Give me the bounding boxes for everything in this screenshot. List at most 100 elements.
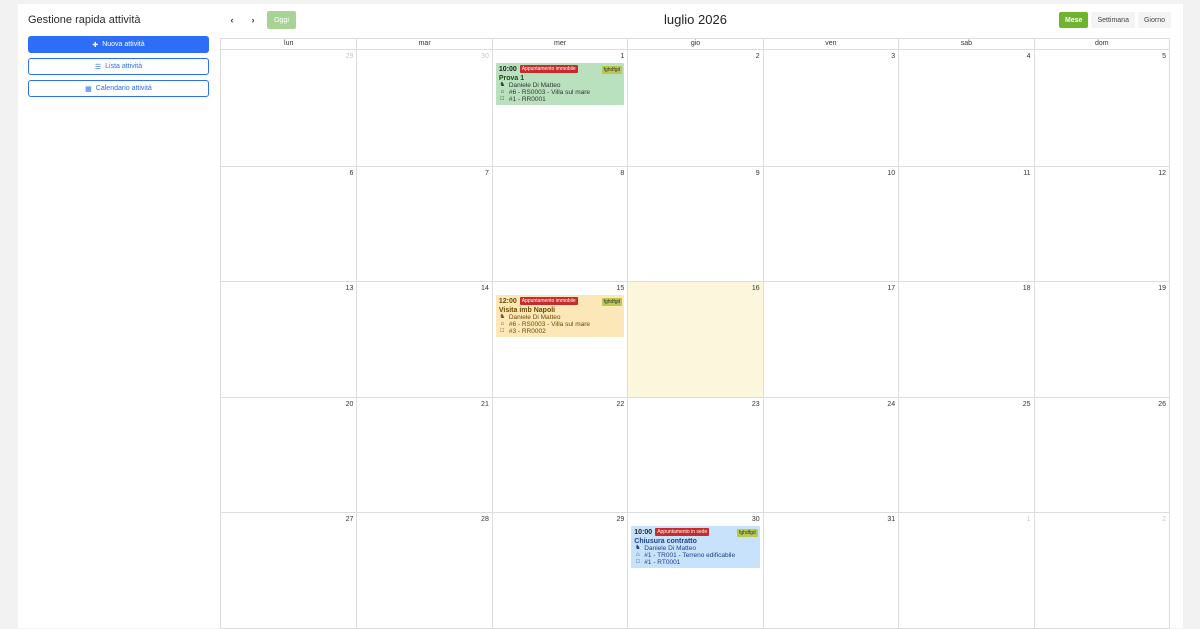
event-property: #6 - RS0003 - Villa sul mare <box>508 321 591 328</box>
event-type-badge: Appuntamento immobile <box>519 297 578 305</box>
day-number[interactable]: 27 <box>346 516 354 523</box>
day-number[interactable]: 28 <box>481 516 489 523</box>
day-number[interactable]: 1 <box>1027 516 1031 523</box>
weekday-label: lun <box>284 40 294 47</box>
day-cell[interactable]: 5 <box>1033 50 1169 166</box>
day-cell[interactable]: 3 <box>762 50 898 166</box>
day-number[interactable]: 22 <box>616 401 624 408</box>
view-week-button[interactable]: Settimana <box>1091 12 1135 28</box>
day-number[interactable]: 31 <box>887 516 895 523</box>
view-day-button[interactable]: Giorno <box>1137 12 1171 28</box>
day-number[interactable]: 3 <box>891 53 895 60</box>
next-month-button[interactable]: › <box>245 12 261 28</box>
day-number[interactable]: 14 <box>481 285 489 292</box>
day-number[interactable]: 23 <box>752 401 760 408</box>
day-number[interactable]: 6 <box>350 170 354 177</box>
day-cell[interactable]: 18 <box>898 282 1033 397</box>
day-cell[interactable]: 29 <box>491 513 627 628</box>
day-cell[interactable]: 19 <box>1033 282 1169 397</box>
day-cell[interactable]: 9 <box>627 166 762 281</box>
day-cell[interactable]: 26 <box>1033 397 1169 512</box>
day-number[interactable]: 13 <box>346 285 354 292</box>
calendar-icon: ▦ <box>85 85 92 93</box>
day-cell[interactable]: 2 <box>1033 513 1169 628</box>
new-activity-button[interactable]: ✚ Nuova attività <box>28 36 209 53</box>
day-cell[interactable]: 11 <box>898 166 1033 281</box>
day-number[interactable]: 26 <box>1158 401 1166 408</box>
weekday-label: gio <box>627 39 762 49</box>
day-cell[interactable]: 17 <box>762 282 898 397</box>
day-number[interactable]: 30 <box>481 53 489 60</box>
day-number[interactable]: 12 <box>1158 170 1166 177</box>
day-cell[interactable]: 2 <box>627 50 762 166</box>
calendar-event[interactable]: fghdfgd 12:00 Appuntamento immobile Visi… <box>495 295 625 337</box>
view-month-button[interactable]: Mese <box>1058 12 1089 28</box>
day-cell[interactable]: 13 <box>221 282 356 397</box>
weeks-grid: 29 30 1 fghdfgd 10:00 Appuntamento immobil… <box>220 49 1170 629</box>
day-number[interactable]: 11 <box>1023 170 1030 177</box>
day-number[interactable]: 29 <box>616 516 624 523</box>
today-button[interactable]: Oggi <box>267 11 296 29</box>
day-cell[interactable]: 4 <box>898 50 1033 166</box>
activity-list-label: Lista attività <box>105 63 143 70</box>
day-number[interactable]: 17 <box>887 285 895 292</box>
event-person: Daniele Di Matteo <box>508 314 561 321</box>
day-number[interactable]: 30 <box>752 516 760 523</box>
day-cell[interactable]: 30 <box>356 50 491 166</box>
day-cell[interactable]: 15 fghdfgd 12:00 Appuntamento immobile V… <box>491 282 627 397</box>
day-number[interactable]: 20 <box>346 401 354 408</box>
weekday-label: sab <box>898 39 1033 49</box>
day-number[interactable]: 29 <box>346 53 354 60</box>
day-cell[interactable]: 22 <box>491 397 627 512</box>
day-cell[interactable]: 29 <box>221 50 356 166</box>
day-number[interactable]: 8 <box>620 170 624 177</box>
day-cell[interactable]: 25 <box>898 397 1033 512</box>
day-cell[interactable]: 6 <box>221 167 356 282</box>
day-number[interactable]: 18 <box>1023 285 1031 292</box>
week-row: 6 7 8 9 10 11 12 <box>221 165 1169 282</box>
day-number[interactable]: 1 <box>620 53 624 60</box>
event-document: #1 - RT0001 <box>644 559 681 566</box>
day-cell[interactable]: 31 <box>762 513 898 628</box>
day-cell[interactable]: 14 <box>356 282 491 397</box>
day-number[interactable]: 7 <box>485 170 489 177</box>
day-cell[interactable]: 30 fghdfgd 10:00 Appuntamento in sede Ch… <box>627 513 762 628</box>
day-number[interactable]: 24 <box>887 401 895 408</box>
day-number[interactable]: 5 <box>1162 53 1166 60</box>
weekday-label: mer <box>491 39 627 49</box>
day-number[interactable]: 15 <box>616 285 624 292</box>
week-row: 13 14 15 fghdfgd 12:00 Appuntamento immobi… <box>221 281 1169 397</box>
day-cell[interactable]: 21 <box>356 397 491 512</box>
day-cell[interactable]: 12 <box>1033 166 1169 281</box>
house-icon: ⌂ <box>500 89 505 95</box>
day-cell[interactable]: 28 <box>356 513 491 628</box>
document-icon: □ <box>500 96 505 102</box>
day-cell[interactable]: 7 <box>356 166 491 281</box>
day-number[interactable]: 19 <box>1158 285 1166 292</box>
day-number[interactable]: 4 <box>1027 53 1031 60</box>
activity-list-button[interactable]: ☰ Lista attività <box>28 58 209 75</box>
day-cell[interactable]: 24 <box>762 397 898 512</box>
sidebar-title: Gestione rapida attività <box>28 14 141 26</box>
day-number[interactable]: 2 <box>1162 516 1166 523</box>
activity-calendar-label: Calendario attività <box>95 85 152 92</box>
day-number[interactable]: 21 <box>481 401 489 408</box>
day-cell[interactable]: 1 fghdfgd 10:00 Appuntamento immobile Pr… <box>491 50 627 166</box>
day-number[interactable]: 10 <box>887 170 895 177</box>
day-number[interactable]: 16 <box>752 285 760 292</box>
day-cell[interactable]: 27 <box>221 513 356 628</box>
day-cell[interactable]: 20 <box>221 398 356 513</box>
calendar-event[interactable]: fghdfgd 10:00 Appuntamento immobile Prov… <box>495 63 625 105</box>
calendar-event[interactable]: fghdfgd 10:00 Appuntamento in sede Chius… <box>631 526 760 568</box>
prev-month-button[interactable]: ‹ <box>224 12 240 28</box>
day-cell[interactable]: 23 <box>627 397 762 512</box>
day-number[interactable]: 25 <box>1023 401 1031 408</box>
activity-calendar-button[interactable]: ▦ Calendario attività <box>28 80 209 97</box>
day-cell[interactable]: 10 <box>762 166 898 281</box>
day-cell[interactable]: 1 <box>898 513 1033 628</box>
day-number[interactable]: 2 <box>756 53 760 60</box>
weekday-label: ven <box>762 39 898 49</box>
day-number[interactable]: 9 <box>756 170 760 177</box>
day-cell[interactable]: 16 <box>627 282 763 397</box>
day-cell[interactable]: 8 <box>491 166 627 281</box>
